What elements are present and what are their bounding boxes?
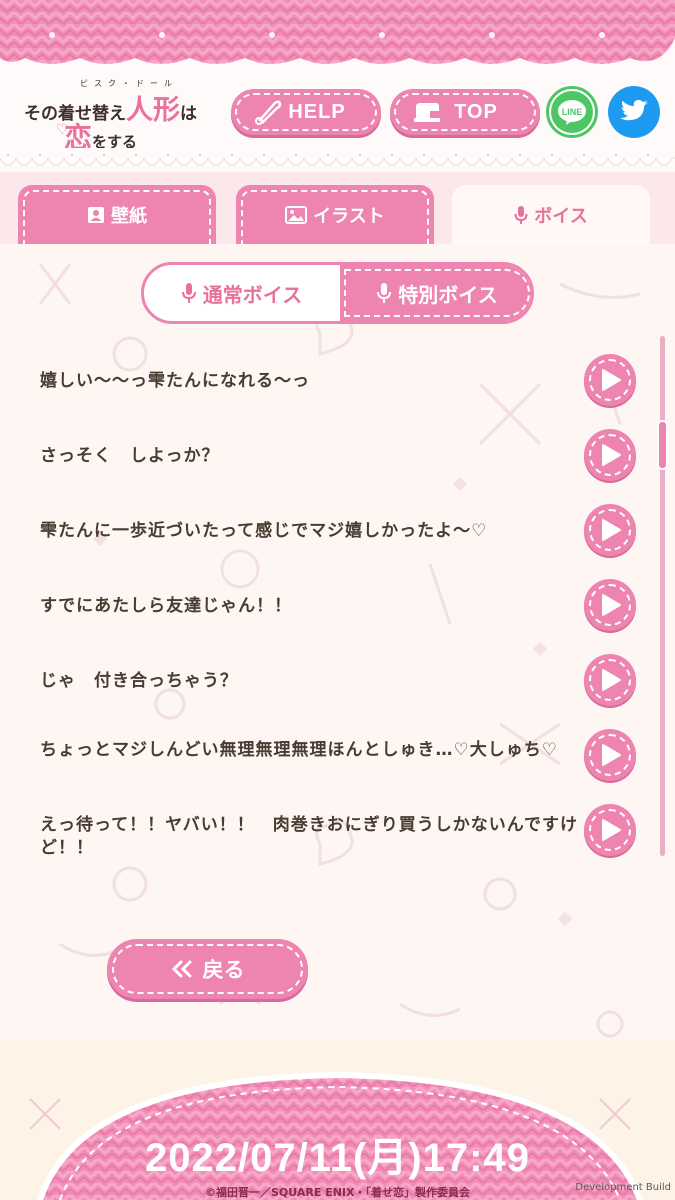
voice-line-text: 嬉しい〜〜っ雫たんになれる〜っ (40, 371, 310, 391)
logo-text-c: は (180, 104, 197, 124)
voice-item: ちょっとマジしんどい無理無理無理ほんとしゅき…♡大しゅち♡ (0, 725, 675, 795)
play-icon (602, 519, 621, 541)
play-voice-button[interactable] (584, 579, 636, 631)
line-label: LINE (562, 107, 583, 117)
play-voice-button[interactable] (584, 354, 636, 406)
voice-item: 嬉しい〜〜っ雫たんになれる〜っ (0, 350, 675, 420)
copyright-text: ©福田晋一／SQUARE ENIX・「着せ恋」製作委員会 (205, 1186, 470, 1199)
voice-item: さっそく しよっか？ (0, 425, 675, 495)
line-share-button[interactable]: LINE (546, 86, 598, 138)
voice-item: 雫たんに一歩近づいたって感じでマジ嬉しかったよ〜♡ (0, 500, 675, 570)
person-portrait-icon (88, 207, 104, 223)
site-logo[interactable]: ビスク・ドール その着せ替え人形は ♡ 恋をする (22, 78, 217, 154)
top-button[interactable]: TOP (390, 89, 540, 135)
tab-illustration-label: イラスト (313, 206, 385, 227)
top-label: TOP (454, 100, 498, 123)
back-button[interactable]: 戻る (107, 939, 308, 999)
help-label: HELP (288, 100, 346, 123)
help-button[interactable]: HELP (231, 89, 381, 135)
back-label: 戻る (202, 958, 245, 982)
play-icon (602, 744, 621, 766)
twitter-bird-icon (620, 100, 648, 121)
sewing-machine-icon (414, 103, 440, 122)
tab-illustration[interactable]: イラスト (236, 185, 434, 245)
knit-pattern-banner (0, 0, 675, 64)
play-voice-button[interactable] (584, 504, 636, 556)
microphone-icon (514, 206, 528, 224)
voice-line-text: 雫たんに一歩近づいたって感じでマジ嬉しかったよ〜♡ (40, 521, 488, 541)
voice-line-text: えっ待って！！ヤバい！！ 肉巻きおにぎり買うしかないんですけど！！ (40, 815, 578, 858)
tab-voice-label: ボイス (534, 206, 588, 227)
normal-voice-label: 通常ボイス (202, 282, 303, 307)
development-build-label: Development Build (575, 1182, 671, 1193)
footer: 2022/07/11(月)17:49 ©福田晋一／SQUARE ENIX・「着せ… (0, 1039, 675, 1200)
special-voice-tab[interactable]: 特別ボイス (340, 265, 531, 321)
voice-item: えっ待って！！ヤバい！！ 肉巻きおにぎり買うしかないんですけど！！ (0, 800, 675, 870)
tab-wallpaper[interactable]: 壁紙 (18, 185, 216, 245)
double-chevron-left-icon (171, 960, 191, 978)
play-voice-button[interactable] (584, 804, 636, 856)
voice-panel: 通常ボイス 特別ボイス 嬉しい〜〜っ雫たんになれる〜っ さっそく しよっか？ 雫たん… (0, 244, 675, 1039)
header: ビスク・ドール その着せ替え人形は ♡ 恋をする HELP TOP LINE (0, 0, 675, 175)
tab-wallpaper-label: 壁紙 (111, 206, 147, 227)
play-voice-button[interactable] (584, 654, 636, 706)
voice-line-text: すでにあたしら友達じゃん！！ (40, 596, 293, 616)
play-icon (602, 594, 621, 616)
play-icon (602, 669, 621, 691)
current-datetime: 2022/07/11(月)17:49 (145, 1136, 530, 1180)
scrollbar-track[interactable] (660, 336, 665, 856)
microphone-icon (377, 283, 392, 303)
safety-pin-icon (255, 100, 282, 125)
voice-line-text: じゃ 付き合っちゃう？ (40, 671, 238, 691)
line-icon: LINE (551, 91, 593, 133)
voice-line-text: さっそく しよっか？ (40, 446, 220, 466)
play-icon (602, 819, 621, 841)
voice-item: すでにあたしら友達じゃん！！ (0, 575, 675, 645)
microphone-icon (181, 283, 196, 303)
play-voice-button[interactable] (584, 429, 636, 481)
image-icon (285, 206, 308, 224)
play-icon (602, 444, 621, 466)
scrollbar-thumb[interactable] (657, 420, 668, 470)
voice-line-text: ちょっとマジしんどい無理無理無理ほんとしゅき…♡大しゅち♡ (40, 740, 558, 760)
lace-border (0, 148, 675, 166)
twitter-share-button[interactable] (608, 86, 660, 138)
play-icon (602, 369, 621, 391)
special-voice-label: 特別ボイス (398, 282, 498, 307)
play-voice-button[interactable] (584, 729, 636, 781)
tab-voice[interactable]: ボイス (452, 185, 650, 245)
normal-voice-tab[interactable]: 通常ボイス (144, 265, 339, 321)
voice-type-switch: 通常ボイス 特別ボイス (141, 262, 534, 324)
voice-item: じゃ 付き合っちゃう？ (0, 650, 675, 720)
